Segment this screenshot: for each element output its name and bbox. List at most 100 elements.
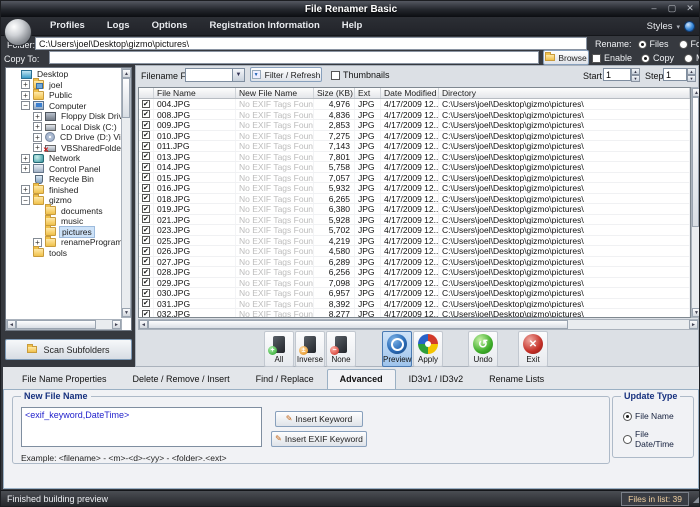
menu-item-registration-information[interactable]: Registration Information — [198, 17, 330, 35]
tree-v-scrollbar[interactable] — [121, 68, 131, 318]
row-checkbox[interactable] — [142, 131, 150, 139]
tree-item-joel[interactable]: +joel — [6, 80, 121, 91]
minimize-button[interactable] — [648, 3, 660, 14]
plus-expander-icon[interactable]: + — [21, 154, 30, 163]
row-checkbox[interactable] — [142, 110, 150, 118]
thumbnails-checkbox[interactable]: Thumbnails — [331, 70, 390, 80]
menu-item-help[interactable]: Help — [331, 17, 374, 35]
row-checkbox[interactable] — [142, 278, 150, 286]
row-checkbox[interactable] — [142, 215, 150, 223]
tree-item-tools[interactable]: tools — [6, 248, 121, 259]
tab-file-name-properties[interactable]: File Name Properties — [9, 369, 120, 389]
table-row[interactable]: 004.JPGNo EXIF Tags Found4,976JPG4/17/20… — [139, 99, 690, 110]
row-checkbox[interactable] — [142, 142, 150, 150]
table-row[interactable]: 018.JPGNo EXIF Tags Found6,265JPG4/17/20… — [139, 194, 690, 205]
table-row[interactable]: 009.JPGNo EXIF Tags Found2,853JPG4/17/20… — [139, 120, 690, 131]
table-row[interactable]: 014.JPGNo EXIF Tags Found5,758JPG4/17/20… — [139, 162, 690, 173]
start-input[interactable] — [603, 68, 631, 81]
table-header[interactable]: File NameNew File NameSize (KB)ExtDate M… — [139, 88, 690, 99]
step-stepper[interactable] — [687, 68, 696, 81]
table-row[interactable]: 016.JPGNo EXIF Tags Found5,932JPG4/17/20… — [139, 183, 690, 194]
new-file-name-pattern-input[interactable]: <exif_keyword,DateTime> — [21, 407, 262, 447]
scroll-left-icon[interactable] — [7, 320, 16, 329]
spin-down-icon[interactable] — [687, 75, 696, 82]
start-stepper[interactable] — [631, 68, 640, 81]
row-checkbox[interactable] — [142, 310, 150, 318]
table-row[interactable]: 031.JPGNo EXIF Tags Found8,392JPG4/17/20… — [139, 299, 690, 310]
row-checkbox[interactable] — [142, 247, 150, 255]
table-row[interactable]: 026.JPGNo EXIF Tags Found4,580JPG4/17/20… — [139, 246, 690, 257]
scroll-thumb[interactable] — [122, 78, 130, 118]
copy-to-input[interactable] — [49, 51, 539, 64]
rename-radio-files[interactable]: Files — [638, 39, 669, 49]
menu-item-options[interactable]: Options — [141, 17, 199, 35]
tab-id3v1-id3v2[interactable]: ID3v1 / ID3v2 — [396, 369, 477, 389]
row-checkbox[interactable] — [142, 163, 150, 171]
row-checkbox[interactable] — [142, 152, 150, 160]
scroll-thumb[interactable] — [16, 320, 96, 329]
menu-item-profiles[interactable]: Profiles — [39, 17, 96, 35]
maximize-button[interactable] — [666, 3, 678, 14]
header-checkbox-column[interactable] — [139, 88, 154, 98]
step-input[interactable] — [663, 68, 687, 81]
resize-grip-icon[interactable] — [693, 495, 699, 504]
tab-delete-remove-insert[interactable]: Delete / Remove / Insert — [120, 369, 243, 389]
table-row[interactable]: 011.JPGNo EXIF Tags Found7,143JPG4/17/20… — [139, 141, 690, 152]
spin-down-icon[interactable] — [631, 75, 640, 82]
tab-find-replace[interactable]: Find / Replace — [243, 369, 327, 389]
tree-item-cd-drive-d-virtualbox-guest[interactable]: +CD Drive (D:) VirtualBox Guest — [6, 132, 121, 143]
plus-expander-icon[interactable]: + — [33, 143, 42, 152]
plus-expander-icon[interactable]: + — [33, 112, 42, 121]
scroll-down-icon[interactable] — [122, 308, 131, 317]
inverse-button[interactable]: Inverse — [295, 331, 325, 367]
apply-button[interactable]: Apply — [413, 331, 443, 367]
tree-item-floppy-disk-drive-a[interactable]: +Floppy Disk Drive (A:) — [6, 111, 121, 122]
undo-button[interactable]: Undo — [468, 331, 498, 367]
title-bar[interactable]: File Renamer Basic — [1, 1, 700, 17]
row-checkbox[interactable] — [142, 289, 150, 297]
column-header-date-modified[interactable]: Date Modified — [381, 88, 439, 98]
table-row[interactable]: 015.JPGNo EXIF Tags Found7,057JPG4/17/20… — [139, 173, 690, 184]
folder-input[interactable] — [35, 37, 587, 50]
tree-item-gizmo[interactable]: −gizmo — [6, 195, 121, 206]
scroll-left-icon[interactable] — [139, 320, 148, 329]
plus-expander-icon[interactable]: + — [21, 164, 30, 173]
table-row[interactable]: 023.JPGNo EXIF Tags Found5,702JPG4/17/20… — [139, 225, 690, 236]
tree-item-documents[interactable]: documents — [6, 206, 121, 217]
tree-item-finished[interactable]: +finished — [6, 185, 121, 196]
table-row[interactable]: 028.JPGNo EXIF Tags Found6,256JPG4/17/20… — [139, 267, 690, 278]
plus-expander-icon[interactable]: + — [21, 91, 30, 100]
scroll-right-icon[interactable] — [689, 320, 698, 329]
minus-expander-icon[interactable]: − — [21, 101, 30, 110]
copy-mode-radio-move[interactable]: Move — [684, 53, 700, 63]
table-row[interactable]: 032.JPGNo EXIF Tags Found8,277JPG4/17/20… — [139, 309, 690, 318]
update-type-radio-file-date-time[interactable]: File Date/Time — [623, 429, 683, 449]
row-checkbox[interactable] — [142, 121, 150, 129]
filename-filter-combobox[interactable] — [185, 68, 245, 82]
exit-button[interactable]: Exit — [518, 331, 548, 367]
plus-expander-icon[interactable]: + — [33, 133, 42, 142]
table-row[interactable]: 010.JPGNo EXIF Tags Found7,275JPG4/17/20… — [139, 131, 690, 142]
spin-up-icon[interactable] — [631, 68, 640, 75]
table-row[interactable]: 030.JPGNo EXIF Tags Found6,957JPG4/17/20… — [139, 288, 690, 299]
row-checkbox[interactable] — [142, 184, 150, 192]
plus-expander-icon[interactable]: + — [21, 80, 30, 89]
table-h-scrollbar[interactable] — [138, 319, 699, 330]
table-row[interactable]: 019.JPGNo EXIF Tags Found6,380JPG4/17/20… — [139, 204, 690, 215]
preview-button[interactable]: Preview — [382, 331, 412, 367]
scroll-up-icon[interactable] — [122, 69, 131, 78]
scroll-thumb[interactable] — [692, 97, 699, 227]
row-checkbox[interactable] — [142, 268, 150, 276]
column-header-size-kb[interactable]: Size (KB) — [314, 88, 355, 98]
enable-checkbox[interactable]: Enable — [592, 53, 632, 63]
menu-item-logs[interactable]: Logs — [96, 17, 141, 35]
row-checkbox[interactable] — [142, 236, 150, 244]
scroll-right-icon[interactable] — [112, 320, 121, 329]
copy-mode-radio-copy[interactable]: Copy — [641, 53, 674, 63]
column-header-ext[interactable]: Ext — [355, 88, 381, 98]
row-checkbox[interactable] — [142, 205, 150, 213]
scan-subfolders-button[interactable]: Scan Subfolders — [5, 339, 132, 360]
minus-expander-icon[interactable]: − — [21, 196, 30, 205]
row-checkbox[interactable] — [142, 226, 150, 234]
insert-keyword-button[interactable]: Insert Keyword — [275, 411, 363, 427]
